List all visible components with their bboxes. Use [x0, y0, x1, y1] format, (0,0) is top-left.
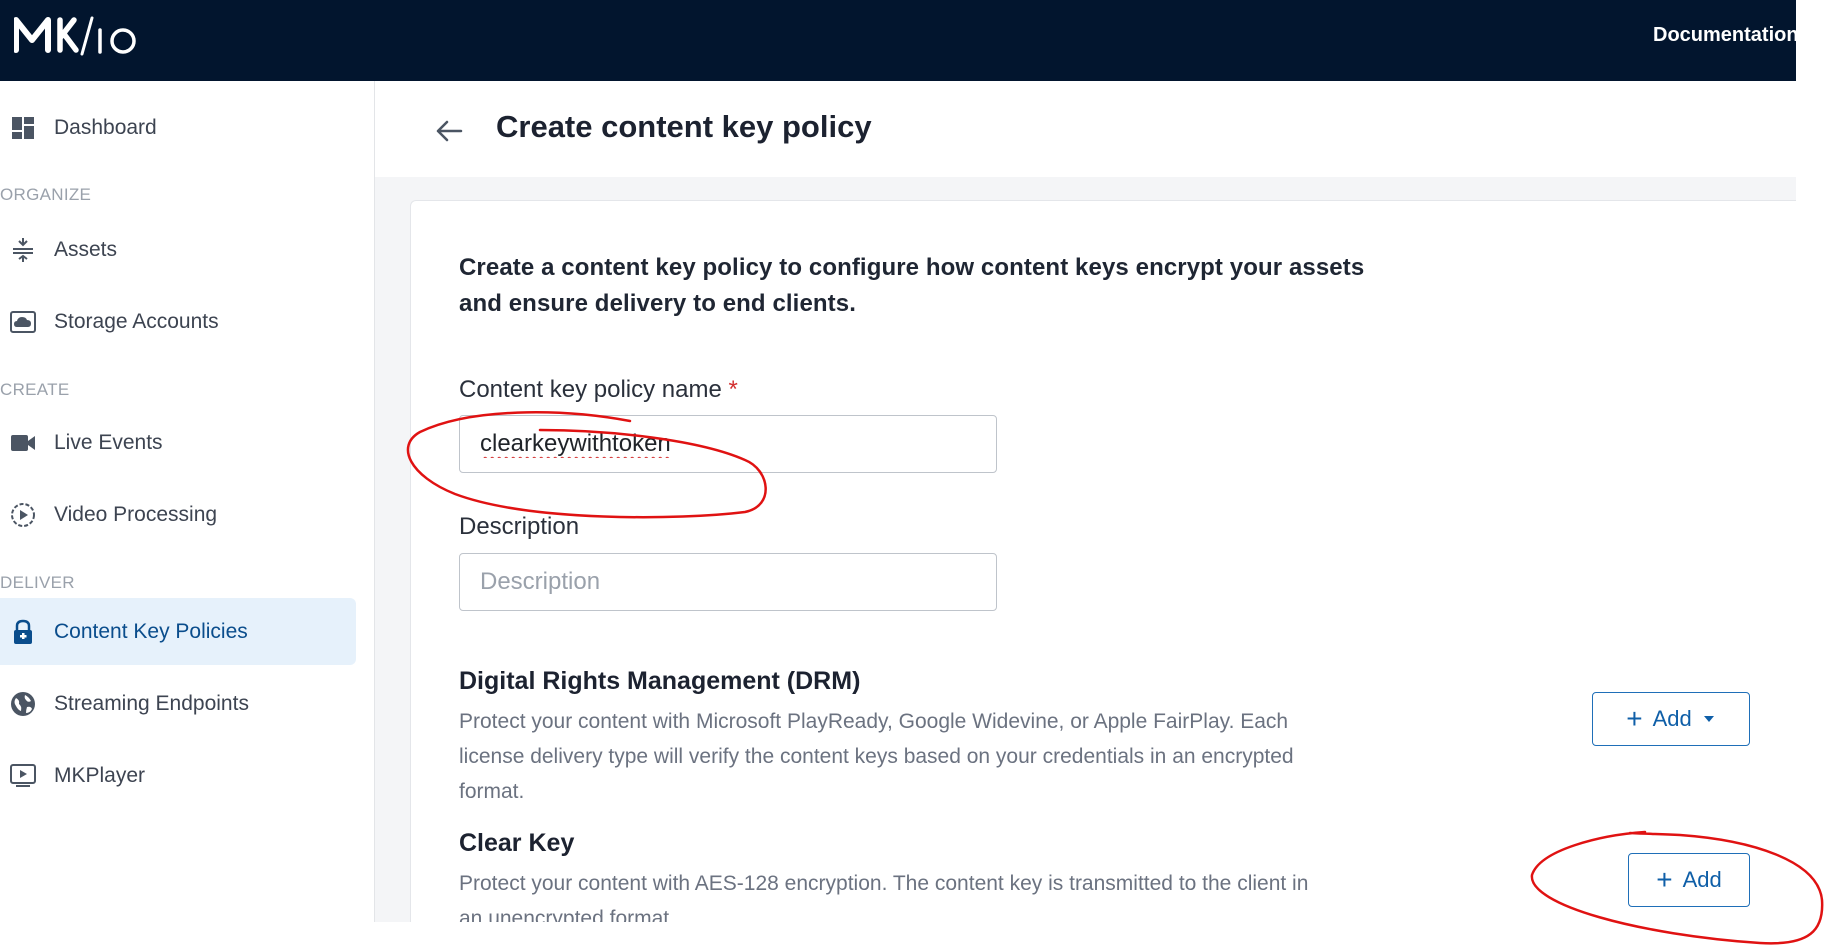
sidebar-item-label: Storage Accounts: [54, 309, 219, 333]
page-header: Create content key policy: [375, 81, 1796, 177]
section-title-deliver: DELIVER: [0, 573, 75, 592]
player-icon: [10, 763, 36, 789]
caret-down-icon: [1703, 716, 1714, 722]
sidebar: Dashboard ORGANIZE Assets Storage Accoun…: [0, 81, 375, 922]
clear-key-section-title: Clear Key: [459, 829, 575, 857]
lock-icon: [10, 619, 36, 645]
crop-strip-right: [1796, 0, 1826, 948]
video-camera-icon: [10, 430, 36, 456]
policy-name-input[interactable]: [459, 415, 997, 473]
required-mark: *: [728, 376, 738, 403]
app-frame: Documentation Dashboard ORGANIZE Assets …: [0, 0, 1826, 948]
section-title-organize: ORGANIZE: [0, 185, 92, 204]
sidebar-item-assets[interactable]: Assets: [0, 216, 356, 283]
sidebar-item-label: Assets: [54, 237, 118, 261]
page-title: Create content key policy: [496, 109, 872, 144]
clear-key-add-label: Add: [1682, 867, 1722, 892]
sidebar-item-label: Video Processing: [54, 502, 218, 526]
drm-add-dropdown-button[interactable]: + Add: [1592, 692, 1750, 746]
mkio-logo[interactable]: [14, 14, 144, 58]
top-bar: Documentation: [0, 0, 1799, 81]
drm-section-title: Digital Rights Management (DRM): [459, 667, 861, 695]
sidebar-item-label: Live Events: [54, 430, 163, 454]
plus-icon: +: [1626, 703, 1643, 734]
sidebar-item-label: Content Key Policies: [54, 619, 248, 643]
sidebar-item-storage-accounts[interactable]: Storage Accounts: [0, 288, 356, 355]
description-input[interactable]: [459, 553, 997, 611]
arrow-left-icon: [436, 120, 463, 142]
form-intro: Create a content key policy to configure…: [459, 254, 1365, 317]
drm-add-label: Add: [1652, 706, 1692, 731]
plus-icon: +: [1656, 864, 1673, 895]
sidebar-item-streaming-endpoints[interactable]: Streaming Endpoints: [0, 670, 356, 737]
sidebar-item-live-events[interactable]: Live Events: [0, 409, 356, 476]
back-button[interactable]: [431, 113, 467, 149]
policy-name-label-text: Content key policy name: [459, 376, 722, 403]
sidebar-item-video-processing[interactable]: Video Processing: [0, 481, 356, 548]
play-circle-icon: [10, 502, 36, 528]
globe-icon: [10, 691, 36, 717]
sidebar-item-label: Streaming Endpoints: [54, 691, 249, 715]
sidebar-item-mkplayer[interactable]: MKPlayer: [0, 742, 356, 809]
section-title-create: CREATE: [0, 380, 70, 399]
drm-section-description: Protect your content with Microsoft Play…: [459, 710, 1294, 803]
dashboard-icon: [10, 115, 36, 141]
sidebar-item-content-key-policies[interactable]: Content Key Policies: [0, 598, 356, 665]
clear-key-add-button[interactable]: + Add: [1628, 853, 1750, 907]
description-label: Description: [459, 513, 580, 540]
policy-name-label: Content key policy name *: [459, 376, 738, 404]
sidebar-item-label: Dashboard: [54, 115, 157, 139]
sidebar-item-dashboard[interactable]: Dashboard: [0, 94, 356, 161]
sidebar-item-label: MKPlayer: [54, 763, 146, 787]
documentation-link[interactable]: Documentation: [1653, 24, 1799, 47]
cloud-icon: [10, 309, 36, 335]
crop-strip-bottom: [0, 922, 1826, 948]
assets-icon: [10, 237, 36, 263]
